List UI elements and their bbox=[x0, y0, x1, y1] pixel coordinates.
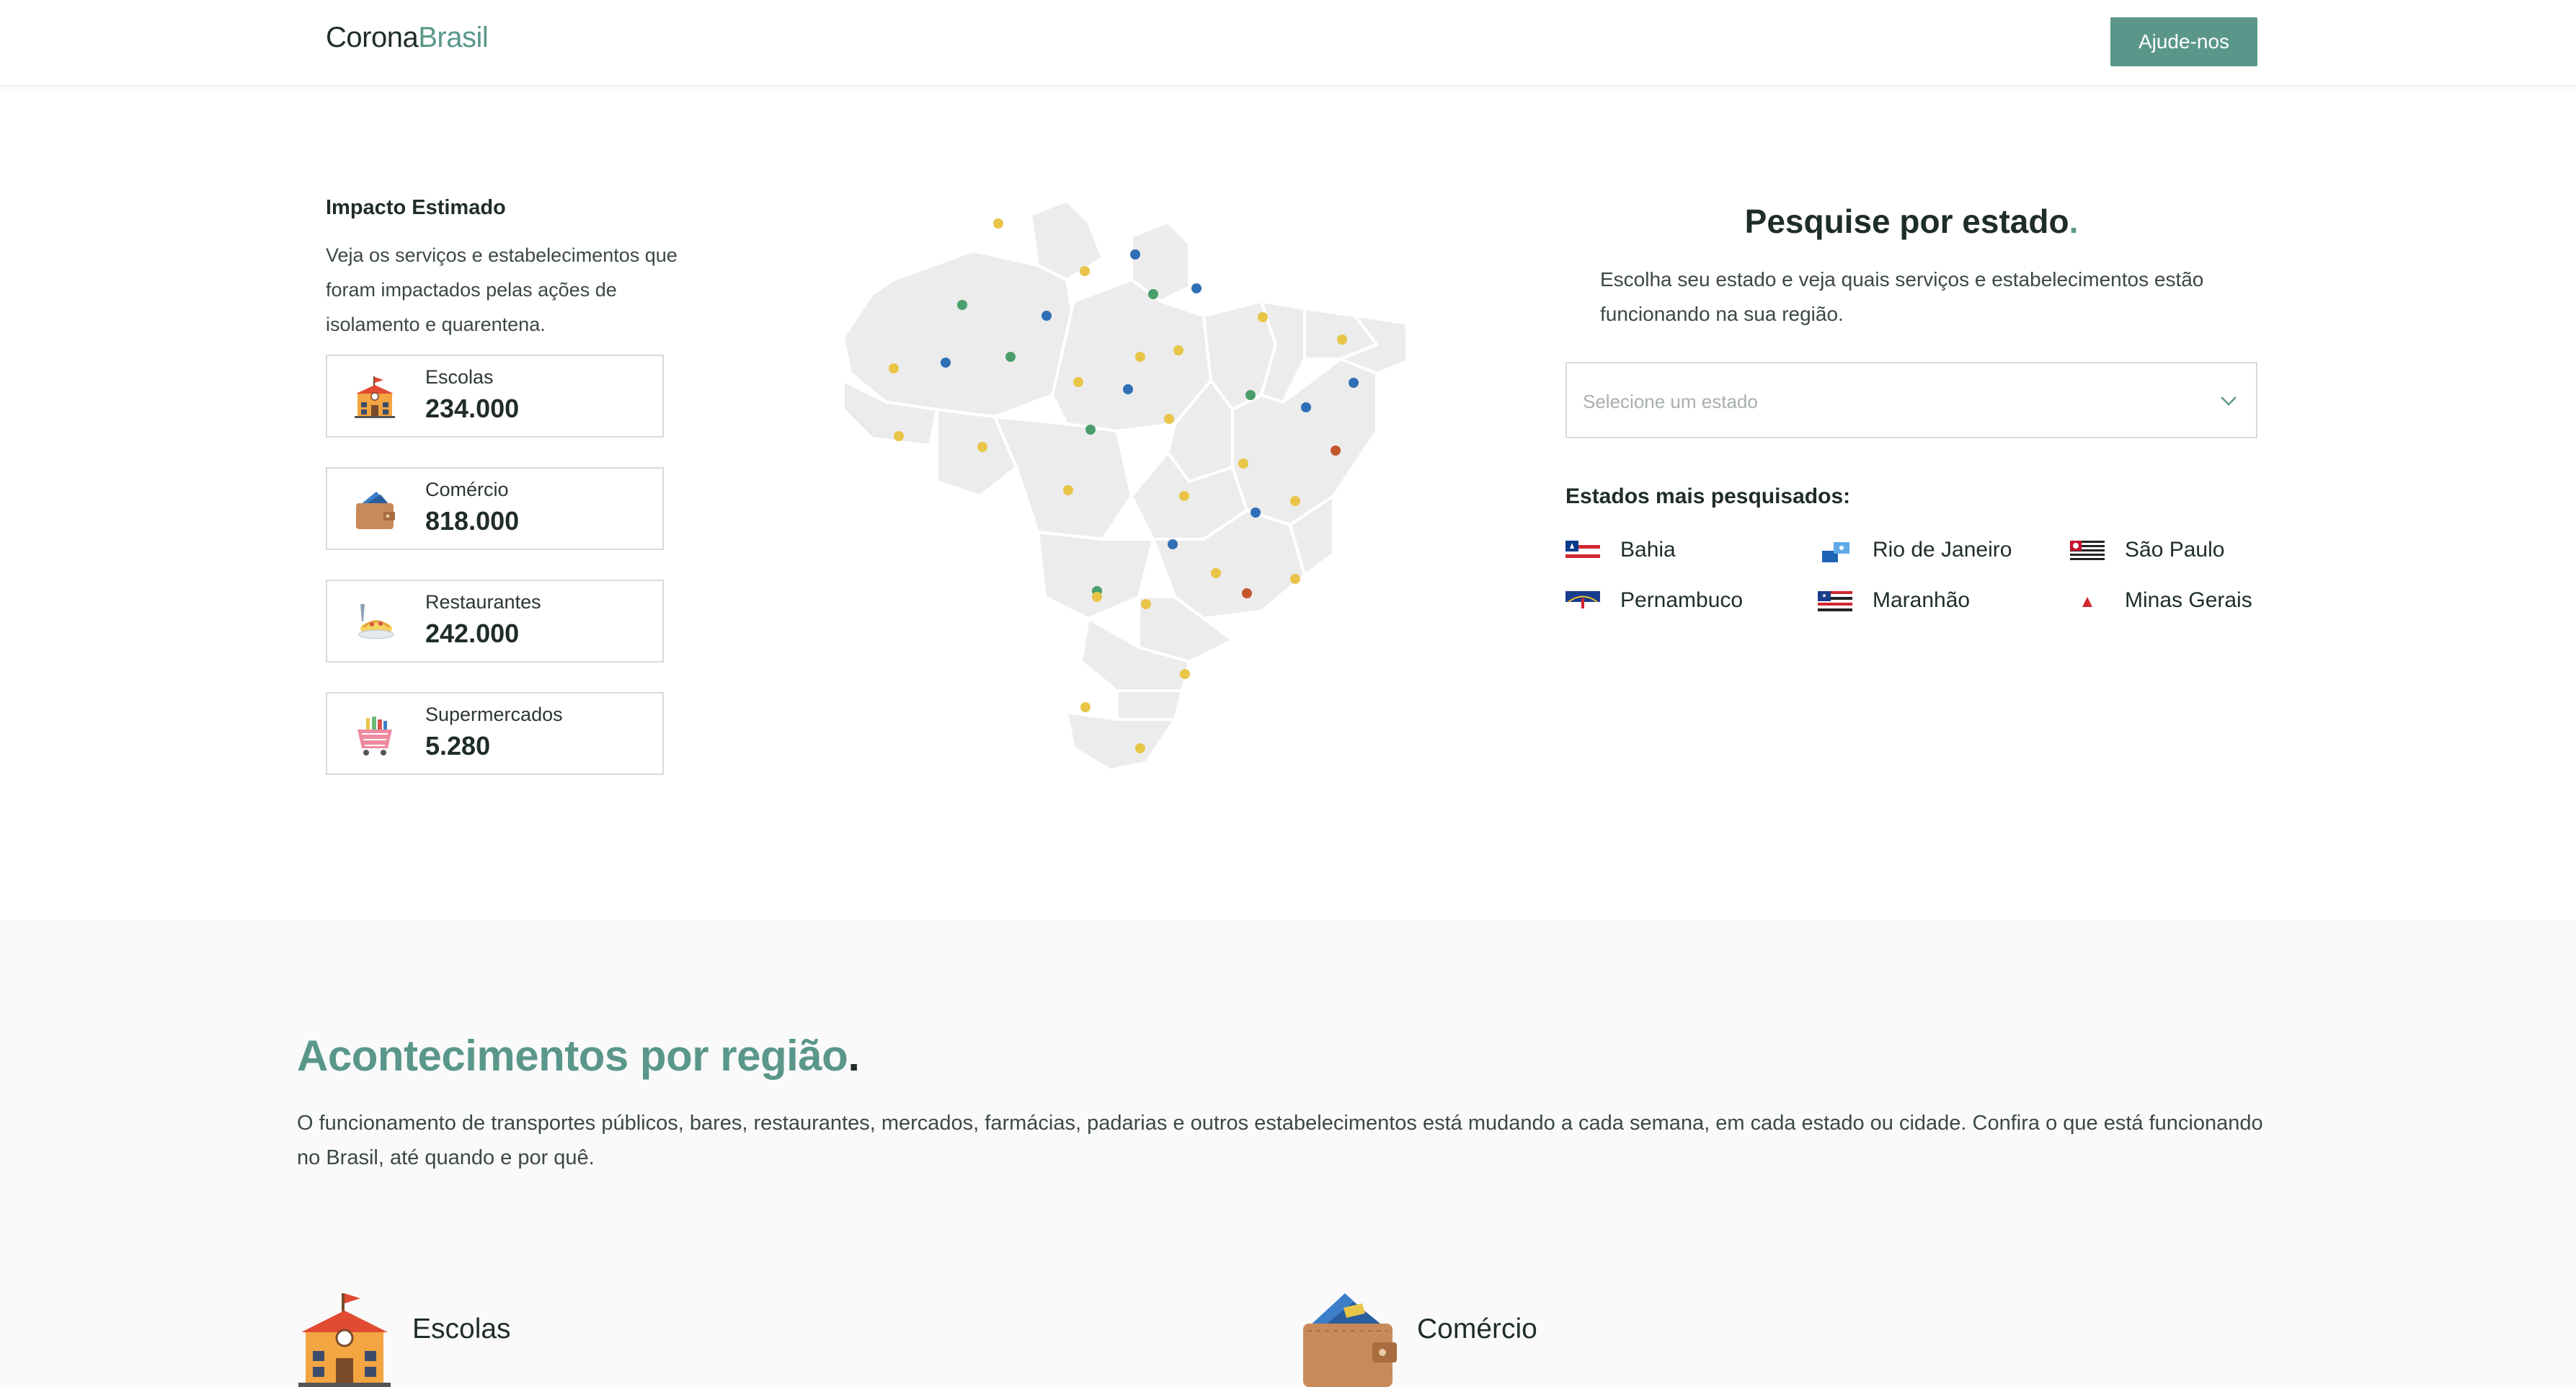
search-title: Pesquise por estado. bbox=[1565, 202, 2257, 241]
map-marker[interactable] bbox=[1301, 402, 1311, 412]
map-marker[interactable] bbox=[1130, 249, 1140, 260]
popular-states-title: Estados mais pesquisados: bbox=[1565, 484, 1851, 508]
card-label: Comércio bbox=[425, 479, 509, 500]
card-label: Supermercados bbox=[425, 704, 563, 725]
map-marker[interactable] bbox=[1290, 496, 1300, 506]
shopping-basket-icon bbox=[357, 717, 392, 755]
chevron-down-icon bbox=[2221, 396, 2237, 406]
impact-description: Veja os serviços e estabelecimentos que … bbox=[326, 244, 678, 335]
map-marker[interactable] bbox=[894, 431, 904, 441]
category-name: Escolas bbox=[412, 1313, 511, 1344]
wallet-icon bbox=[356, 492, 395, 529]
restaurant-icon bbox=[358, 604, 394, 639]
bahia-flag-icon bbox=[1565, 541, 1600, 562]
region-description: O funcionamento de transportes públicos,… bbox=[297, 1112, 2263, 1169]
maranhao-flag-icon bbox=[1818, 591, 1852, 613]
map-marker[interactable] bbox=[1258, 312, 1268, 322]
map-marker[interactable] bbox=[1063, 485, 1073, 495]
state-ms[interactable] bbox=[1036, 530, 1155, 621]
map-marker[interactable] bbox=[1080, 702, 1091, 712]
category-name: Comércio bbox=[1417, 1313, 1537, 1344]
map-marker[interactable] bbox=[1135, 743, 1145, 753]
school-icon bbox=[355, 376, 395, 418]
card-value: 234.000 bbox=[425, 394, 520, 423]
wallet-icon bbox=[1303, 1293, 1397, 1387]
region-title: Acontecimentos por região. bbox=[297, 1031, 860, 1081]
impact-card-escolas[interactable]: Escolas 234.000 bbox=[326, 355, 664, 438]
card-value: 5.280 bbox=[425, 731, 491, 761]
card-value: 242.000 bbox=[425, 619, 520, 648]
map-marker[interactable] bbox=[941, 358, 951, 368]
map-states bbox=[841, 198, 1405, 772]
help-us-button[interactable]: Ajude-nos bbox=[2110, 17, 2257, 66]
logo-part-brasil: Brasil bbox=[418, 22, 489, 53]
impact-card-supermercados[interactable]: Supermercados 5.280 bbox=[326, 692, 664, 775]
state-am[interactable] bbox=[841, 249, 1076, 419]
state-name: São Paulo bbox=[2125, 538, 2225, 562]
map-marker[interactable] bbox=[1123, 384, 1133, 394]
state-name: Rio de Janeiro bbox=[1873, 538, 2012, 562]
map-marker[interactable] bbox=[1041, 311, 1052, 321]
search-title-text: Pesquise por estado bbox=[1744, 203, 2069, 240]
region-title-dot: . bbox=[848, 1032, 860, 1080]
map-marker[interactable] bbox=[1337, 334, 1347, 345]
state-name: Minas Gerais bbox=[2125, 588, 2252, 612]
logo-part-corona: Corona bbox=[326, 22, 419, 53]
map-marker[interactable] bbox=[957, 300, 967, 310]
map-marker[interactable] bbox=[1290, 574, 1300, 584]
card-label: Escolas bbox=[425, 366, 494, 388]
map-marker[interactable] bbox=[1092, 592, 1102, 602]
search-title-dot: . bbox=[2069, 203, 2079, 240]
impact-card-restaurantes[interactable]: Restaurantes 242.000 bbox=[326, 580, 664, 663]
map-marker[interactable] bbox=[1349, 378, 1359, 388]
state-select[interactable]: Selecione um estado bbox=[1565, 362, 2257, 438]
card-label: Restaurantes bbox=[425, 591, 541, 613]
map-marker[interactable] bbox=[1073, 377, 1083, 387]
school-icon bbox=[298, 1293, 391, 1387]
map-marker[interactable] bbox=[1242, 588, 1252, 598]
map-marker[interactable] bbox=[1180, 669, 1190, 679]
impact-card-comercio[interactable]: Comércio 818.000 bbox=[326, 467, 664, 550]
region-title-text: Acontecimentos por região bbox=[297, 1032, 848, 1080]
rio-de-janeiro-flag-icon bbox=[1822, 542, 1849, 562]
map-marker[interactable] bbox=[993, 218, 1003, 229]
map-marker[interactable] bbox=[1191, 283, 1202, 293]
map-marker[interactable] bbox=[1173, 345, 1183, 355]
map-marker[interactable] bbox=[977, 442, 987, 452]
sao-paulo-flag-icon bbox=[2070, 541, 2105, 562]
state-name: Maranhão bbox=[1873, 588, 1971, 612]
map-marker[interactable] bbox=[1085, 425, 1096, 435]
state-name: Pernambuco bbox=[1620, 588, 1744, 612]
state-name: Bahia bbox=[1620, 538, 1676, 562]
map-marker[interactable] bbox=[1135, 352, 1145, 362]
top-navbar: CoronaBrasil Ajude-nos bbox=[0, 0, 2576, 85]
map-marker[interactable] bbox=[1148, 289, 1158, 299]
map-marker[interactable] bbox=[1211, 568, 1221, 578]
brazil-map bbox=[841, 198, 1405, 772]
map-marker[interactable] bbox=[1331, 446, 1341, 456]
map-marker[interactable] bbox=[1141, 599, 1151, 609]
map-marker[interactable] bbox=[1168, 539, 1178, 549]
state-mt[interactable] bbox=[992, 415, 1134, 541]
state-rs[interactable] bbox=[1065, 710, 1178, 772]
pernambuco-flag-icon bbox=[1565, 591, 1600, 613]
state-select-placeholder: Selecione um estado bbox=[1583, 391, 1758, 412]
map-marker[interactable] bbox=[1238, 458, 1248, 469]
map-marker[interactable] bbox=[1179, 491, 1189, 501]
map-marker[interactable] bbox=[1251, 508, 1261, 518]
map-marker[interactable] bbox=[1005, 352, 1016, 362]
map-marker[interactable] bbox=[889, 363, 899, 373]
search-description: Escolha seu estado e veja quais serviços… bbox=[1600, 268, 2204, 325]
card-value: 818.000 bbox=[425, 506, 520, 536]
minas-gerais-flag-icon bbox=[2082, 597, 2092, 607]
state-sc[interactable] bbox=[1116, 689, 1184, 721]
map-marker[interactable] bbox=[1164, 414, 1174, 424]
site-logo[interactable]: CoronaBrasil bbox=[326, 22, 489, 54]
impact-title: Impacto Estimado bbox=[326, 196, 506, 219]
map-marker[interactable] bbox=[1245, 390, 1256, 400]
map-marker[interactable] bbox=[1080, 266, 1090, 276]
